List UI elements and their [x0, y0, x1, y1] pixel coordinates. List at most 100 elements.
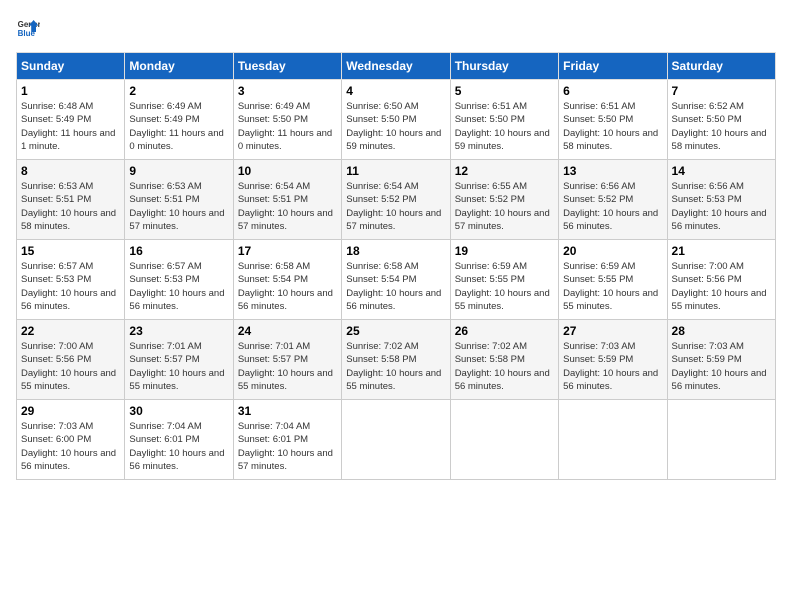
- day-number: 13: [563, 164, 662, 178]
- day-info: Sunrise: 7:01 AM Sunset: 5:57 PM Dayligh…: [129, 340, 228, 393]
- day-number: 12: [455, 164, 554, 178]
- day-number: 24: [238, 324, 337, 338]
- day-info: Sunrise: 6:59 AM Sunset: 5:55 PM Dayligh…: [563, 260, 662, 313]
- calendar-cell: 22 Sunrise: 7:00 AM Sunset: 5:56 PM Dayl…: [17, 320, 125, 400]
- calendar-cell: 2 Sunrise: 6:49 AM Sunset: 5:49 PM Dayli…: [125, 80, 233, 160]
- day-info: Sunrise: 6:49 AM Sunset: 5:50 PM Dayligh…: [238, 100, 337, 153]
- calendar-week-row: 22 Sunrise: 7:00 AM Sunset: 5:56 PM Dayl…: [17, 320, 776, 400]
- day-number: 31: [238, 404, 337, 418]
- day-info: Sunrise: 6:53 AM Sunset: 5:51 PM Dayligh…: [21, 180, 120, 233]
- day-info: Sunrise: 6:55 AM Sunset: 5:52 PM Dayligh…: [455, 180, 554, 233]
- calendar-cell: 27 Sunrise: 7:03 AM Sunset: 5:59 PM Dayl…: [559, 320, 667, 400]
- day-info: Sunrise: 6:54 AM Sunset: 5:52 PM Dayligh…: [346, 180, 445, 233]
- calendar-cell: 3 Sunrise: 6:49 AM Sunset: 5:50 PM Dayli…: [233, 80, 341, 160]
- calendar-cell: 1 Sunrise: 6:48 AM Sunset: 5:49 PM Dayli…: [17, 80, 125, 160]
- day-info: Sunrise: 7:00 AM Sunset: 5:56 PM Dayligh…: [21, 340, 120, 393]
- day-info: Sunrise: 6:51 AM Sunset: 5:50 PM Dayligh…: [563, 100, 662, 153]
- day-number: 5: [455, 84, 554, 98]
- day-info: Sunrise: 6:50 AM Sunset: 5:50 PM Dayligh…: [346, 100, 445, 153]
- weekday-header: Saturday: [667, 53, 775, 80]
- day-info: Sunrise: 7:03 AM Sunset: 6:00 PM Dayligh…: [21, 420, 120, 473]
- day-number: 21: [672, 244, 771, 258]
- day-number: 25: [346, 324, 445, 338]
- calendar-cell: 31 Sunrise: 7:04 AM Sunset: 6:01 PM Dayl…: [233, 400, 341, 480]
- calendar-week-row: 8 Sunrise: 6:53 AM Sunset: 5:51 PM Dayli…: [17, 160, 776, 240]
- weekday-header: Friday: [559, 53, 667, 80]
- calendar-cell: 24 Sunrise: 7:01 AM Sunset: 5:57 PM Dayl…: [233, 320, 341, 400]
- logo-icon: General Blue: [16, 16, 40, 40]
- day-info: Sunrise: 7:00 AM Sunset: 5:56 PM Dayligh…: [672, 260, 771, 313]
- day-number: 7: [672, 84, 771, 98]
- day-number: 8: [21, 164, 120, 178]
- calendar-cell: 13 Sunrise: 6:56 AM Sunset: 5:52 PM Dayl…: [559, 160, 667, 240]
- calendar-cell: 10 Sunrise: 6:54 AM Sunset: 5:51 PM Dayl…: [233, 160, 341, 240]
- calendar-week-row: 1 Sunrise: 6:48 AM Sunset: 5:49 PM Dayli…: [17, 80, 776, 160]
- calendar-week-row: 15 Sunrise: 6:57 AM Sunset: 5:53 PM Dayl…: [17, 240, 776, 320]
- day-info: Sunrise: 7:02 AM Sunset: 5:58 PM Dayligh…: [346, 340, 445, 393]
- calendar-cell: 29 Sunrise: 7:03 AM Sunset: 6:00 PM Dayl…: [17, 400, 125, 480]
- day-info: Sunrise: 6:49 AM Sunset: 5:49 PM Dayligh…: [129, 100, 228, 153]
- calendar-cell: 11 Sunrise: 6:54 AM Sunset: 5:52 PM Dayl…: [342, 160, 450, 240]
- day-info: Sunrise: 6:58 AM Sunset: 5:54 PM Dayligh…: [346, 260, 445, 313]
- day-info: Sunrise: 6:53 AM Sunset: 5:51 PM Dayligh…: [129, 180, 228, 233]
- calendar-cell: 7 Sunrise: 6:52 AM Sunset: 5:50 PM Dayli…: [667, 80, 775, 160]
- weekday-header: Sunday: [17, 53, 125, 80]
- calendar-cell: [450, 400, 558, 480]
- day-number: 9: [129, 164, 228, 178]
- day-number: 18: [346, 244, 445, 258]
- calendar-cell: 6 Sunrise: 6:51 AM Sunset: 5:50 PM Dayli…: [559, 80, 667, 160]
- day-number: 28: [672, 324, 771, 338]
- day-number: 11: [346, 164, 445, 178]
- calendar-cell: 19 Sunrise: 6:59 AM Sunset: 5:55 PM Dayl…: [450, 240, 558, 320]
- weekday-header-row: SundayMondayTuesdayWednesdayThursdayFrid…: [17, 53, 776, 80]
- calendar-cell: 30 Sunrise: 7:04 AM Sunset: 6:01 PM Dayl…: [125, 400, 233, 480]
- calendar-cell: 8 Sunrise: 6:53 AM Sunset: 5:51 PM Dayli…: [17, 160, 125, 240]
- day-info: Sunrise: 7:03 AM Sunset: 5:59 PM Dayligh…: [563, 340, 662, 393]
- calendar-week-row: 29 Sunrise: 7:03 AM Sunset: 6:00 PM Dayl…: [17, 400, 776, 480]
- calendar-cell: 5 Sunrise: 6:51 AM Sunset: 5:50 PM Dayli…: [450, 80, 558, 160]
- day-info: Sunrise: 6:58 AM Sunset: 5:54 PM Dayligh…: [238, 260, 337, 313]
- day-info: Sunrise: 6:56 AM Sunset: 5:52 PM Dayligh…: [563, 180, 662, 233]
- day-info: Sunrise: 6:57 AM Sunset: 5:53 PM Dayligh…: [129, 260, 228, 313]
- weekday-header: Monday: [125, 53, 233, 80]
- calendar-cell: 15 Sunrise: 6:57 AM Sunset: 5:53 PM Dayl…: [17, 240, 125, 320]
- weekday-header: Wednesday: [342, 53, 450, 80]
- calendar-cell: 26 Sunrise: 7:02 AM Sunset: 5:58 PM Dayl…: [450, 320, 558, 400]
- day-info: Sunrise: 6:56 AM Sunset: 5:53 PM Dayligh…: [672, 180, 771, 233]
- day-info: Sunrise: 6:48 AM Sunset: 5:49 PM Dayligh…: [21, 100, 120, 153]
- day-number: 27: [563, 324, 662, 338]
- calendar-cell: 23 Sunrise: 7:01 AM Sunset: 5:57 PM Dayl…: [125, 320, 233, 400]
- day-number: 22: [21, 324, 120, 338]
- day-number: 15: [21, 244, 120, 258]
- calendar-cell: 18 Sunrise: 6:58 AM Sunset: 5:54 PM Dayl…: [342, 240, 450, 320]
- day-info: Sunrise: 6:51 AM Sunset: 5:50 PM Dayligh…: [455, 100, 554, 153]
- day-info: Sunrise: 6:52 AM Sunset: 5:50 PM Dayligh…: [672, 100, 771, 153]
- day-number: 30: [129, 404, 228, 418]
- weekday-header: Thursday: [450, 53, 558, 80]
- day-info: Sunrise: 6:57 AM Sunset: 5:53 PM Dayligh…: [21, 260, 120, 313]
- calendar-cell: 16 Sunrise: 6:57 AM Sunset: 5:53 PM Dayl…: [125, 240, 233, 320]
- day-info: Sunrise: 6:54 AM Sunset: 5:51 PM Dayligh…: [238, 180, 337, 233]
- weekday-header: Tuesday: [233, 53, 341, 80]
- calendar-cell: [342, 400, 450, 480]
- day-number: 19: [455, 244, 554, 258]
- day-info: Sunrise: 7:04 AM Sunset: 6:01 PM Dayligh…: [129, 420, 228, 473]
- calendar-cell: 20 Sunrise: 6:59 AM Sunset: 5:55 PM Dayl…: [559, 240, 667, 320]
- day-number: 10: [238, 164, 337, 178]
- calendar-cell: 14 Sunrise: 6:56 AM Sunset: 5:53 PM Dayl…: [667, 160, 775, 240]
- header: General Blue: [16, 16, 776, 40]
- calendar-cell: [559, 400, 667, 480]
- day-number: 20: [563, 244, 662, 258]
- calendar-cell: 25 Sunrise: 7:02 AM Sunset: 5:58 PM Dayl…: [342, 320, 450, 400]
- day-info: Sunrise: 7:02 AM Sunset: 5:58 PM Dayligh…: [455, 340, 554, 393]
- calendar-cell: 4 Sunrise: 6:50 AM Sunset: 5:50 PM Dayli…: [342, 80, 450, 160]
- logo: General Blue: [16, 16, 40, 40]
- calendar-cell: 17 Sunrise: 6:58 AM Sunset: 5:54 PM Dayl…: [233, 240, 341, 320]
- calendar-cell: 28 Sunrise: 7:03 AM Sunset: 5:59 PM Dayl…: [667, 320, 775, 400]
- calendar-cell: 9 Sunrise: 6:53 AM Sunset: 5:51 PM Dayli…: [125, 160, 233, 240]
- day-number: 17: [238, 244, 337, 258]
- day-number: 6: [563, 84, 662, 98]
- day-info: Sunrise: 6:59 AM Sunset: 5:55 PM Dayligh…: [455, 260, 554, 313]
- day-number: 3: [238, 84, 337, 98]
- day-info: Sunrise: 7:04 AM Sunset: 6:01 PM Dayligh…: [238, 420, 337, 473]
